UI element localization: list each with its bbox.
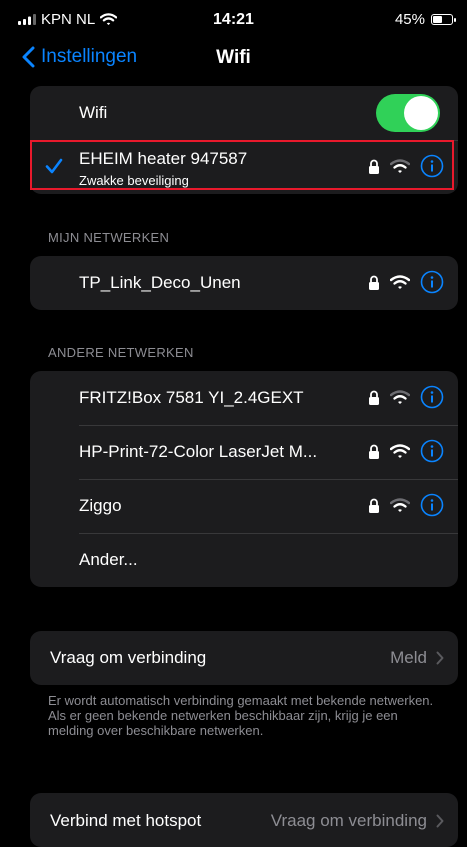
network-icons (368, 439, 444, 463)
lock-icon (368, 390, 380, 405)
network-row[interactable]: HP-Print-72-Color LaserJet M... (30, 425, 458, 479)
network-row[interactable]: Ziggo (30, 479, 458, 533)
wifi-toggle-row: Wifi (30, 86, 458, 140)
wifi-toggle-label: Wifi (79, 103, 108, 122)
lock-icon (368, 498, 380, 513)
info-icon[interactable] (420, 439, 444, 463)
connected-network-name: EHEIM heater 947587 (79, 149, 248, 168)
hotspot-label: Verbind met hotspot (50, 811, 202, 830)
connected-network-subtitle: Zwakke beveiliging (79, 173, 189, 188)
network-icons (368, 385, 444, 409)
network-icons (368, 270, 444, 294)
other-network-row[interactable]: Ander... (30, 533, 458, 587)
other-networks-group: FRITZ!Box 7581 YI_2.4GEXT HP-Print-72-Co… (30, 371, 458, 587)
connected-network-icons (368, 154, 444, 178)
wifi-strength-icon (390, 443, 410, 459)
checkmark-icon (45, 158, 63, 174)
ask-to-join-label: Vraag om verbinding (50, 648, 207, 667)
status-right: 45% (394, 11, 456, 28)
page-title: Wifi (216, 47, 251, 68)
lock-icon (368, 444, 380, 459)
other-networks-header: ANDERE NETWERKEN (48, 345, 194, 360)
wifi-strength-icon (390, 497, 410, 513)
network-name: HP-Print-72-Color LaserJet M... (79, 442, 318, 461)
ask-to-join-value: Meld (390, 648, 427, 667)
info-icon[interactable] (420, 154, 444, 178)
chevron-right-icon (436, 814, 444, 828)
wifi-group: Wifi EHEIM heater 947587 Zwakke beveilig… (30, 86, 458, 194)
network-name: FRITZ!Box 7581 YI_2.4GEXT (79, 388, 304, 407)
ask-to-join-row[interactable]: Vraag om verbinding Meld (30, 631, 458, 685)
info-icon[interactable] (420, 493, 444, 517)
hotspot-value: Vraag om verbinding (270, 811, 427, 830)
network-icons (368, 493, 444, 517)
ask-to-join-value-wrap: Meld (390, 648, 444, 668)
hotspot-row[interactable]: Verbind met hotspot Vraag om verbinding (30, 793, 458, 847)
lock-icon (368, 159, 380, 174)
my-networks-header: MIJN NETWERKEN (48, 230, 170, 245)
info-icon[interactable] (420, 270, 444, 294)
battery-level (433, 16, 442, 23)
battery-icon (431, 14, 456, 25)
wifi-toggle[interactable] (376, 94, 440, 132)
wifi-strength-icon (390, 389, 410, 405)
network-row[interactable]: FRITZ!Box 7581 YI_2.4GEXT (30, 371, 458, 425)
network-row[interactable]: TP_Link_Deco_Unen (30, 256, 458, 310)
wifi-strength-icon (390, 158, 410, 174)
nav-bar: Instellingen Wifi (0, 36, 467, 80)
toggle-knob (404, 96, 438, 130)
chevron-right-icon (436, 651, 444, 665)
connected-network-row[interactable]: EHEIM heater 947587 Zwakke beveiliging (30, 140, 458, 194)
ask-to-join-group: Vraag om verbinding Meld (30, 631, 458, 685)
battery-percent: 45% (394, 11, 425, 28)
hotspot-group: Verbind met hotspot Vraag om verbinding (30, 793, 458, 847)
ask-to-join-footer: Er wordt automatisch verbinding gemaakt … (48, 693, 434, 738)
my-networks-group: TP_Link_Deco_Unen (30, 256, 458, 310)
status-bar: KPN NL 14:21 45% (0, 0, 467, 36)
lock-icon (368, 275, 380, 290)
network-name: Ziggo (79, 496, 122, 515)
other-network-label: Ander... (79, 550, 138, 569)
wifi-strength-icon (390, 274, 410, 290)
info-icon[interactable] (420, 385, 444, 409)
hotspot-value-wrap: Vraag om verbinding (271, 811, 444, 831)
network-name: TP_Link_Deco_Unen (79, 273, 241, 292)
